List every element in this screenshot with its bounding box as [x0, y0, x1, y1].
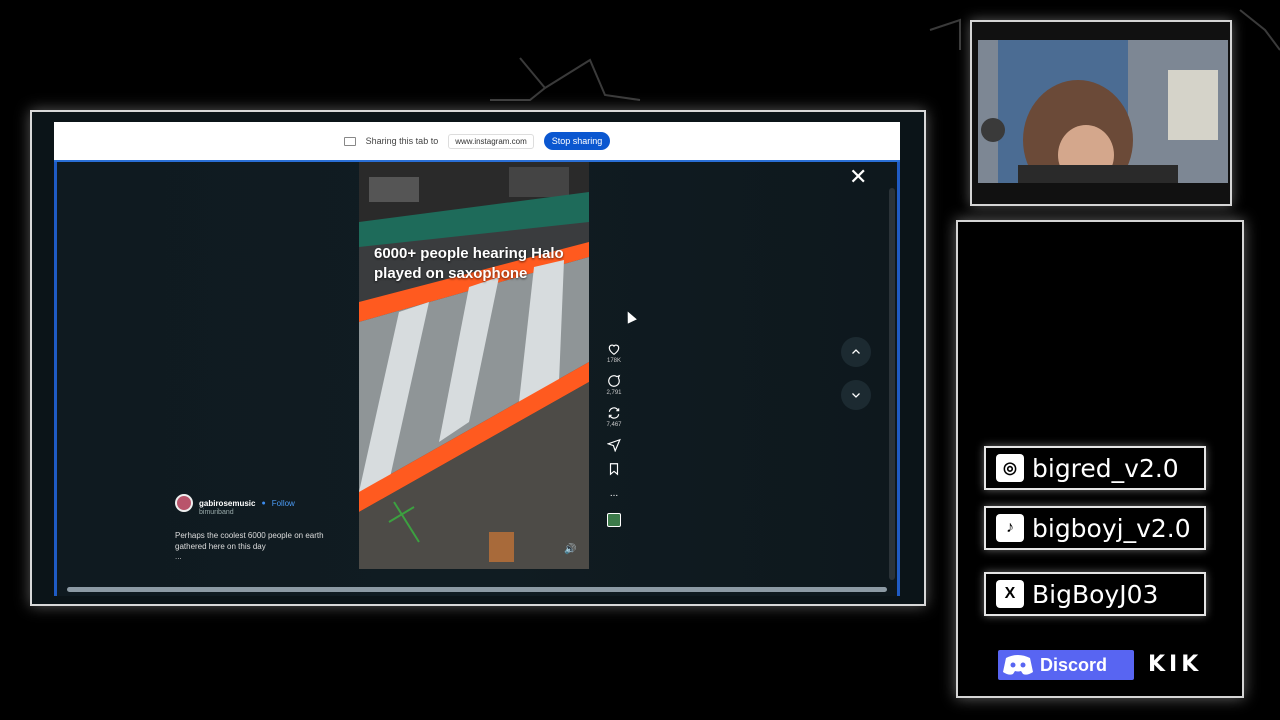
post-author-block: gabirosemusic ● Follow bimuriband Perhap…: [175, 494, 345, 561]
share-icon: [607, 438, 621, 452]
repost-button[interactable]: 7,467: [606, 406, 622, 428]
video-frame-graphic: [359, 162, 589, 569]
post-description: Perhaps the coolest 6000 people on earth…: [175, 531, 324, 551]
social-instagram: ◎ bigred_v2.0: [984, 446, 1206, 490]
stop-sharing-button[interactable]: Stop sharing: [543, 132, 611, 150]
kik-logo: KIK: [1148, 652, 1203, 677]
share-status-text: Sharing this tab to: [365, 136, 439, 146]
share-button[interactable]: [607, 438, 621, 452]
comment-count: 2,791: [606, 390, 622, 396]
social-x: X BigBoyJ03: [984, 572, 1206, 616]
tiktok-handle: bigboyj_v2.0: [1032, 513, 1191, 543]
instagram-icon: ◎: [996, 454, 1024, 482]
comment-button[interactable]: 2,791: [606, 374, 622, 396]
repost-count: 7,467: [606, 422, 622, 428]
volume-icon[interactable]: 🔊: [564, 544, 576, 555]
instagram-handle: bigred_v2.0: [1032, 453, 1179, 483]
social-tiktok: ♪ bigboyj_v2.0: [984, 506, 1206, 550]
follow-button[interactable]: Follow: [272, 499, 295, 508]
next-post-button[interactable]: [841, 380, 871, 410]
comment-icon: [608, 374, 621, 387]
bookmark-icon: [609, 463, 619, 476]
author-avatar[interactable]: [175, 494, 193, 512]
like-button[interactable]: 178K: [607, 342, 621, 364]
audio-label[interactable]: bimuriband: [199, 509, 345, 516]
chevron-up-icon: [852, 349, 860, 354]
chevron-down-icon: [852, 393, 860, 398]
x-icon: X: [996, 580, 1024, 608]
reel-video[interactable]: 6000+ people hearing Halo played on saxo…: [359, 162, 589, 569]
screen-share-icon: [343, 136, 356, 146]
x-handle: BigBoyJ03: [1032, 579, 1159, 609]
repost-icon: [608, 407, 620, 419]
discord-icon: [1003, 655, 1033, 675]
horizontal-scrollbar[interactable]: [67, 587, 887, 592]
webcam-frame: [970, 20, 1232, 206]
audio-avatar[interactable]: [607, 513, 621, 527]
tab-share-bar: Sharing this tab to www.instagram.com St…: [54, 122, 900, 162]
heart-icon: [608, 344, 620, 355]
webcam-graphic: [978, 40, 1228, 183]
vertical-scrollbar[interactable]: [889, 188, 895, 580]
like-count: 178K: [606, 358, 621, 364]
webcam-feed: [978, 40, 1228, 183]
verified-icon: ●: [261, 499, 266, 507]
action-column: 178K 2,791 7,467 ...: [603, 342, 625, 527]
video-caption-overlay: 6000+ people hearing Halo played on saxo…: [374, 245, 564, 282]
more-icon: ...: [609, 488, 619, 499]
close-icon[interactable]: ✕: [849, 164, 867, 190]
more-options-button[interactable]: ...: [610, 486, 618, 499]
discord-badge: Discord: [998, 650, 1134, 680]
more-text[interactable]: ...: [175, 552, 345, 561]
discord-label: Discord: [1040, 654, 1108, 675]
save-button[interactable]: [607, 462, 621, 476]
captured-window: Sharing this tab to www.instagram.com St…: [30, 110, 926, 606]
previous-post-button[interactable]: [841, 337, 871, 367]
tiktok-icon: ♪: [996, 514, 1024, 542]
post-viewer: ✕ 6000+ people hearing Halo played on sa…: [54, 162, 900, 596]
author-name[interactable]: gabirosemusic: [199, 499, 255, 508]
share-domain[interactable]: www.instagram.com: [448, 133, 534, 149]
